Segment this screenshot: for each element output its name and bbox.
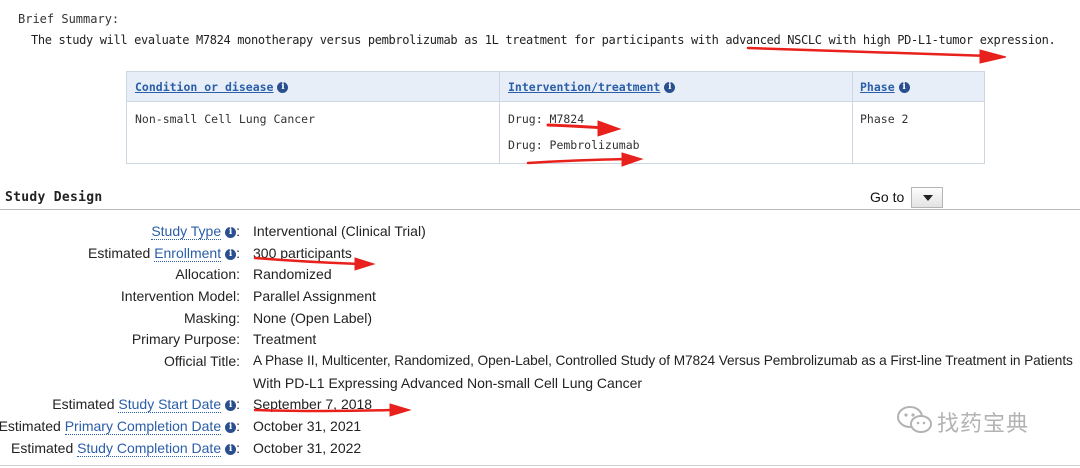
phase-cell: Phase 2 bbox=[860, 112, 909, 126]
label-masking: Masking: bbox=[183, 310, 240, 326]
wechat-icon bbox=[897, 406, 932, 433]
watermark: 找药宝典 bbox=[895, 404, 1055, 438]
primary-completion-date-link[interactable]: Primary Completion Date bbox=[64, 418, 222, 435]
info-icon[interactable]: i bbox=[225, 399, 237, 411]
study-start-date-link[interactable]: Study Start Date bbox=[118, 396, 222, 413]
value-primary-purpose: Treatment bbox=[253, 331, 317, 347]
brief-summary-text: The study will evaluate M7824 monotherap… bbox=[31, 33, 1056, 47]
column-divider bbox=[499, 72, 500, 163]
label-study-completion-date: Estimated Study Completion Date i: bbox=[11, 440, 240, 457]
info-icon[interactable]: i bbox=[225, 421, 237, 433]
value-intervention-model: Parallel Assignment bbox=[253, 288, 376, 304]
section-divider bbox=[0, 209, 1080, 210]
annotation-arrowhead bbox=[354, 257, 376, 271]
value-official-title: A Phase II, Multicenter, Randomized, Ope… bbox=[253, 353, 1073, 368]
annotation-arrow bbox=[746, 46, 992, 58]
label-enrollment: Estimated Enrollment i: bbox=[88, 245, 240, 262]
info-icon[interactable]: i bbox=[225, 443, 237, 455]
enrollment-link[interactable]: Enrollment bbox=[154, 245, 222, 262]
goto-label: Go to bbox=[870, 189, 905, 205]
header-intervention-label[interactable]: Intervention/treatment bbox=[508, 80, 660, 94]
value-primary-completion-date: October 31, 2021 bbox=[253, 418, 362, 434]
info-icon[interactable]: i bbox=[898, 82, 910, 93]
bottom-divider bbox=[0, 465, 1080, 466]
label-primary-completion-date: Estimated Primary Completion Date i: bbox=[0, 418, 240, 435]
label-study-start-date: Estimated Study Start Date i: bbox=[52, 396, 240, 413]
info-icon[interactable]: i bbox=[225, 226, 237, 238]
value-masking: None (Open Label) bbox=[253, 310, 373, 326]
label-official-title: Official Title: bbox=[164, 353, 240, 369]
value-allocation: Randomized bbox=[253, 266, 332, 282]
value-study-completion-date: October 31, 2022 bbox=[253, 440, 362, 456]
study-design-title: Study Design bbox=[5, 190, 103, 205]
header-condition-label[interactable]: Condition or disease bbox=[135, 80, 273, 94]
conditions-table: Condition or disease i Intervention/treat… bbox=[126, 71, 985, 164]
study-completion-date-link[interactable]: Study Completion Date bbox=[77, 440, 222, 457]
value-study-start-date: September 7, 2018 bbox=[253, 396, 373, 412]
info-icon[interactable]: i bbox=[225, 248, 237, 260]
value-enrollment: 300 participants bbox=[253, 245, 352, 261]
info-icon[interactable]: i bbox=[664, 82, 676, 93]
info-icon[interactable]: i bbox=[277, 82, 289, 93]
watermark-text: 找药宝典 bbox=[937, 412, 1030, 437]
label-prefix: Estimated bbox=[52, 396, 119, 412]
value-official-title-line2: With PD-L1 Expressing Advanced Non-small… bbox=[253, 375, 643, 391]
chevron-down-icon bbox=[923, 195, 933, 201]
intervention-cell-1: Drug: M7824 bbox=[508, 112, 585, 126]
annotation-arrowhead bbox=[389, 403, 412, 417]
annotation-arrowhead bbox=[979, 49, 1007, 64]
header-phase[interactable]: Phase i bbox=[860, 80, 910, 94]
label-study-type: Study Type i: bbox=[151, 223, 240, 240]
header-condition[interactable]: Condition or disease i bbox=[135, 80, 289, 94]
header-intervention[interactable]: Intervention/treatment i bbox=[508, 80, 676, 94]
condition-cell: Non-small Cell Lung Cancer bbox=[135, 112, 316, 126]
intervention-cell-2: Drug: Pembrolizumab bbox=[508, 138, 640, 152]
goto-dropdown-button[interactable] bbox=[911, 187, 943, 208]
column-divider bbox=[852, 72, 853, 163]
brief-summary-label: Brief Summary: bbox=[18, 12, 120, 26]
label-prefix: Estimated bbox=[11, 440, 78, 456]
label-intervention-model: Intervention Model: bbox=[120, 288, 240, 304]
value-study-type: Interventional (Clinical Trial) bbox=[253, 223, 426, 239]
study-type-link[interactable]: Study Type bbox=[151, 223, 222, 240]
label-primary-purpose: Primary Purpose: bbox=[131, 331, 240, 347]
label-prefix: Estimated bbox=[88, 245, 155, 261]
label-allocation: Allocation: bbox=[175, 266, 240, 282]
label-prefix: Estimated bbox=[0, 418, 65, 434]
header-phase-label[interactable]: Phase bbox=[860, 80, 895, 94]
